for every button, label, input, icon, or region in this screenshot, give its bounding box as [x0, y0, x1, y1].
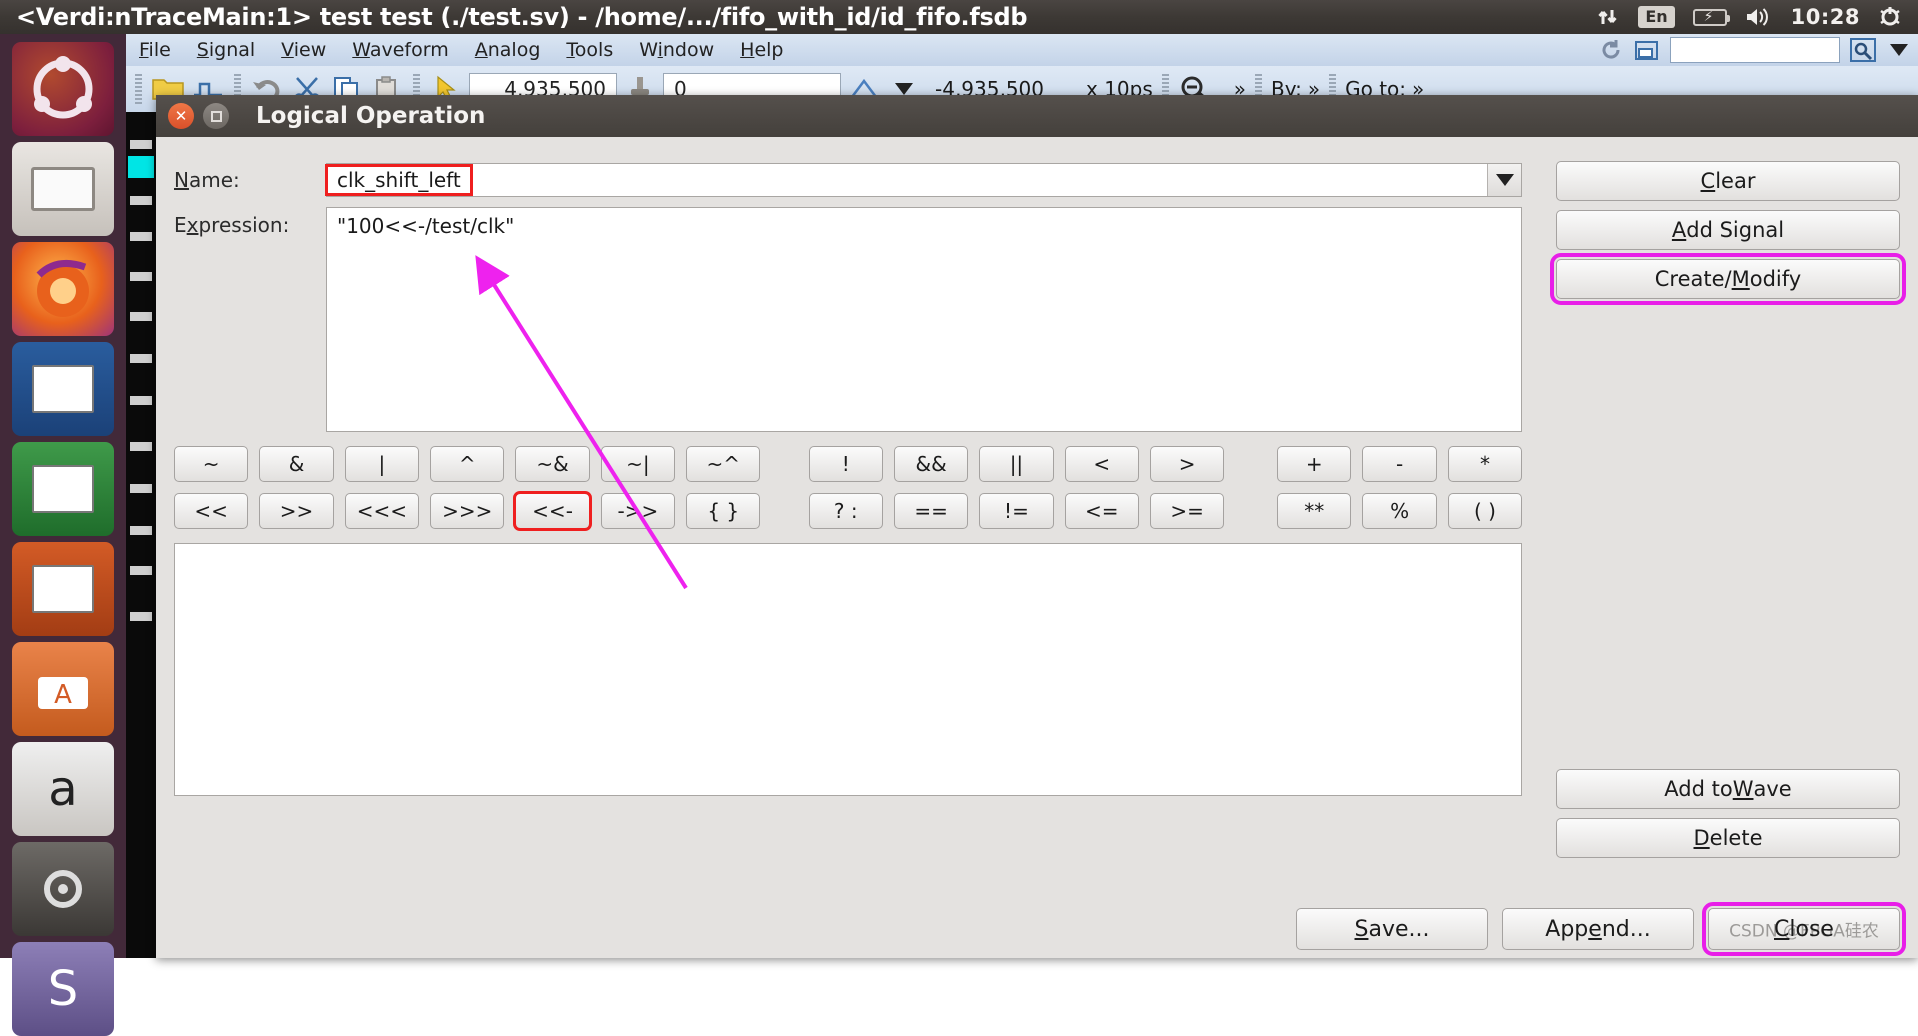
op-ternary[interactable]: ? :	[808, 493, 883, 529]
menu-help[interactable]: Help	[727, 37, 796, 63]
op-greater-than[interactable]: >	[1149, 446, 1225, 482]
name-row: Name: clk_shift_left	[174, 161, 1522, 199]
launcher-item-libreoffice-calc[interactable]	[12, 442, 114, 536]
launcher-item-files[interactable]	[12, 142, 114, 236]
launcher-item-s-app[interactable]: S	[12, 942, 114, 1036]
op-equal[interactable]: ==	[893, 493, 969, 529]
op-logical-or[interactable]: ||	[979, 446, 1054, 482]
name-value-text: clk_shift_left	[325, 164, 473, 196]
op-or[interactable]: |	[344, 446, 420, 482]
right-button-column-lower: Add to Wave Delete	[1556, 769, 1900, 867]
launcher-item-system-settings[interactable]	[12, 842, 114, 936]
expression-label: Expression:	[174, 213, 290, 237]
add-signal-button[interactable]: Add Signal	[1556, 210, 1900, 250]
network-icon[interactable]	[1596, 6, 1620, 28]
system-tray: En ⚡ 10:28	[1596, 5, 1918, 29]
maximize-icon[interactable]	[203, 103, 229, 129]
op-greater-equal[interactable]: >=	[1149, 493, 1225, 529]
create-modify-button[interactable]: Create/Modify	[1550, 253, 1906, 305]
launcher-item-software-center[interactable]: A	[12, 642, 114, 736]
menu-file[interactable]: File	[126, 37, 184, 63]
op-multiply[interactable]: *	[1447, 446, 1523, 482]
menubar-overflow-chevron-down-icon[interactable]	[1886, 38, 1912, 62]
op-clock-shift-left[interactable]: <<-	[513, 491, 592, 531]
op-xnor[interactable]: ~^	[686, 446, 761, 482]
op-less-equal[interactable]: <=	[1064, 493, 1139, 529]
clock[interactable]: 10:28	[1791, 5, 1860, 29]
clear-button[interactable]: Clear	[1556, 161, 1900, 201]
op-shift-left[interactable]: <<	[174, 493, 249, 529]
battery-icon[interactable]: ⚡	[1692, 8, 1730, 26]
add-to-wave-button[interactable]: Add to Wave	[1556, 769, 1900, 809]
op-arith-shift-right[interactable]: >>>	[430, 493, 505, 529]
window-title: <Verdi:nTraceMain:1> test test (./test.s…	[16, 3, 1028, 31]
operator-row-2: << >> <<< >>> <<- ->> { } ? : == != <= >…	[174, 491, 1523, 531]
append-button[interactable]: App e nd...	[1502, 908, 1694, 950]
language-indicator[interactable]: En	[1638, 6, 1675, 28]
right-button-column: Clear Add Signal Create/Modify	[1550, 161, 1906, 308]
close-icon[interactable]: ✕	[168, 103, 194, 129]
launcher-item-libreoffice-impress[interactable]	[12, 542, 114, 636]
op-power[interactable]: **	[1277, 493, 1352, 529]
launcher-item-amazon[interactable]: a	[12, 742, 114, 836]
dialog-bottom-bar: Save... App e nd... Close CSDN @FPGA硅农	[174, 902, 1906, 956]
op-not-equal[interactable]: !=	[979, 493, 1054, 529]
toolbar-grip[interactable]	[135, 74, 142, 104]
menu-waveform[interactable]: Waveform	[339, 37, 461, 63]
menubar-search-input[interactable]	[1670, 37, 1840, 63]
menubar: File Signal View Waveform Analog Tools W…	[126, 34, 1918, 66]
speaker-icon[interactable]	[1745, 6, 1773, 28]
search-wrench-icon[interactable]	[1850, 38, 1876, 62]
op-shift-right[interactable]: >>	[259, 493, 334, 529]
launcher-item-firefox[interactable]	[12, 242, 114, 336]
op-logical-and[interactable]: &&	[893, 446, 969, 482]
restore-window-icon[interactable]	[1634, 38, 1660, 62]
expression-row: Expression: "100<<-/test/clk"	[174, 207, 1522, 432]
operator-keypad: ~ & | ^ ~& ~| ~^ ! && || < > + - * << >>…	[174, 446, 1523, 531]
op-modulo[interactable]: %	[1362, 493, 1437, 529]
op-clock-shift-right[interactable]: ->>	[600, 493, 676, 529]
close-button[interactable]: Close CSDN @FPGA硅农	[1702, 902, 1906, 956]
op-parentheses[interactable]: ( )	[1447, 493, 1523, 529]
launcher-item-libreoffice-writer[interactable]	[12, 342, 114, 436]
unity-launcher: A a S	[0, 34, 126, 1036]
gear-power-icon[interactable]	[1878, 5, 1902, 29]
refresh-icon[interactable]	[1598, 38, 1624, 62]
name-chevron-down-icon[interactable]	[1487, 164, 1521, 196]
op-less-than[interactable]: <	[1064, 446, 1139, 482]
ubuntu-top-panel: <Verdi:nTraceMain:1> test test (./test.s…	[0, 0, 1918, 34]
op-tilde[interactable]: ~	[174, 446, 249, 482]
op-nor[interactable]: ~|	[600, 446, 676, 482]
dialog-title: Logical Operation	[256, 103, 486, 129]
op-nand[interactable]: ~&	[515, 446, 590, 482]
menu-window[interactable]: Window	[626, 37, 727, 63]
svg-text:A: A	[54, 680, 72, 710]
op-arith-shift-left[interactable]: <<<	[344, 493, 420, 529]
menu-signal[interactable]: Signal	[184, 37, 268, 63]
op-and[interactable]: &	[259, 446, 334, 482]
menu-tools[interactable]: Tools	[553, 37, 626, 63]
signal-list-area[interactable]	[174, 543, 1522, 796]
op-minus[interactable]: -	[1362, 446, 1437, 482]
save-button[interactable]: Save...	[1296, 908, 1488, 950]
launcher-item-ubuntu-dash[interactable]	[12, 42, 114, 136]
delete-button[interactable]: Delete	[1556, 818, 1900, 858]
dialog-body: Name: clk_shift_left Expression: "100<<-…	[156, 137, 1918, 958]
name-label: Name:	[174, 168, 240, 192]
menu-view[interactable]: View	[268, 37, 339, 63]
op-logical-not[interactable]: !	[808, 446, 883, 482]
name-combobox[interactable]: clk_shift_left	[325, 163, 1522, 197]
logical-operation-dialog: ✕ Logical Operation Name: clk_shift_left…	[156, 95, 1918, 958]
op-plus[interactable]: +	[1277, 446, 1352, 482]
expression-text: "100<<-/test/clk"	[337, 214, 515, 238]
dialog-titlebar: ✕ Logical Operation	[156, 95, 1918, 137]
op-xor[interactable]: ^	[430, 446, 505, 482]
op-concat[interactable]: { }	[686, 493, 761, 529]
menubar-right-controls	[1598, 37, 1918, 63]
menu-analog[interactable]: Analog	[462, 37, 554, 63]
operator-row-1: ~ & | ^ ~& ~| ~^ ! && || < > + - *	[174, 446, 1523, 482]
expression-textarea[interactable]: "100<<-/test/clk"	[326, 207, 1522, 432]
